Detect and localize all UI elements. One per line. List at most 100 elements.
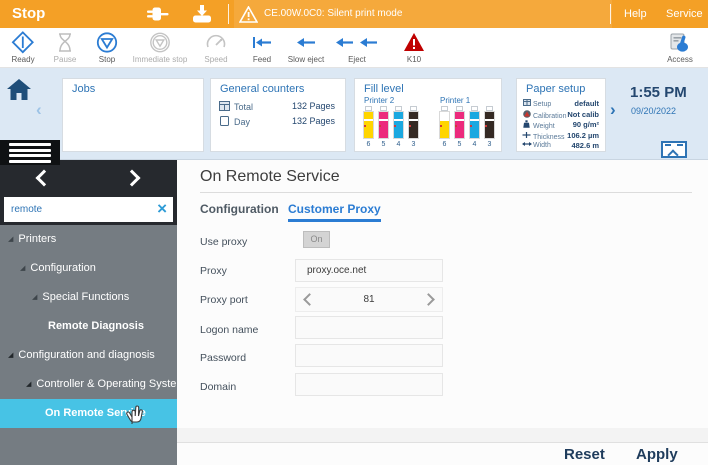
plug-icon[interactable] [146, 4, 170, 29]
panel-title: Paper setup [526, 83, 585, 95]
counter-label: Day [234, 117, 250, 127]
hamburger-icon [9, 160, 51, 163]
toolbar-item-label: Eject [327, 55, 387, 64]
day-counter-icon [219, 116, 230, 126]
tree-item-on-remote-service[interactable]: On Remote Service [0, 399, 177, 428]
access-button[interactable]: Access [650, 30, 708, 68]
general-counters-panel[interactable]: General counters Total 132 Pages Day 132… [210, 78, 346, 152]
collapse-dashboard-button[interactable] [661, 141, 687, 158]
password-label: Password [200, 352, 246, 364]
divider [200, 192, 692, 193]
tree-item-special-functions[interactable]: ◢Special Functions [0, 283, 177, 312]
toner-bottle-magenta [378, 106, 389, 139]
help-button[interactable]: Help [624, 0, 647, 28]
printer-status: Stop [12, 0, 45, 28]
proxy-port-value[interactable]: 81 [296, 288, 442, 313]
slot-number: 6 [439, 141, 450, 148]
slot-number: 4 [469, 141, 480, 148]
sidebar-search-field[interactable]: remote × [4, 197, 173, 222]
dashed-panel-glyph [665, 144, 683, 146]
password-input[interactable] [295, 344, 443, 367]
expand-triangle-icon[interactable]: ◢ [20, 265, 25, 272]
domain-input[interactable] [295, 373, 443, 396]
apply-button[interactable]: Apply [636, 446, 678, 463]
toner-bottle-yellow [439, 106, 450, 139]
proxy-input[interactable]: proxy.oce.net [295, 259, 443, 282]
toolbar-item-label: Immediate stop [130, 55, 190, 64]
home-icon[interactable] [6, 78, 32, 107]
tab-customer-proxy[interactable]: Customer Proxy [288, 202, 381, 222]
counter-label: Total [234, 102, 253, 112]
toner-bottle-cyan [469, 106, 480, 139]
clear-search-icon[interactable]: × [157, 197, 167, 222]
paper-setup-panel[interactable]: Paper setup Setup default Calibration No… [516, 78, 606, 152]
counter-value: 132 Pages [292, 116, 335, 126]
proxy-port-stepper[interactable]: 81 [295, 287, 443, 312]
tab-configuration[interactable]: Configuration [200, 202, 279, 222]
tree-item-controller-os[interactable]: ◢Controller & Operating System [0, 370, 177, 399]
k10-alert-button[interactable]: K10 [384, 30, 444, 68]
expand-triangle-icon[interactable]: ◢ [26, 381, 31, 388]
slot-number: 4 [393, 141, 404, 148]
menu-button[interactable] [0, 140, 60, 165]
toolbar-item-label: Access [650, 55, 708, 64]
logon-name-label: Logon name [200, 324, 258, 336]
expand-triangle-icon[interactable]: ◢ [32, 294, 37, 301]
setup-icon [522, 99, 531, 108]
expand-triangle-icon[interactable]: ◢ [8, 236, 13, 243]
paper-row-label: Calibration [533, 113, 566, 120]
fill-level-panel[interactable]: Fill level Printer 2 Printer 1 6 5 4 3 6… [354, 78, 502, 152]
toner-bottle-yellow [363, 106, 374, 139]
domain-label: Domain [200, 381, 236, 393]
toner-bottle-magenta [454, 106, 465, 139]
scroll-left-chevron[interactable]: ‹ [36, 100, 42, 120]
stop-button[interactable]: Stop [77, 30, 137, 68]
scroll-right-chevron[interactable]: › [610, 100, 616, 120]
toner-bottle-black [408, 106, 419, 139]
expand-triangle-icon[interactable]: ◢ [8, 352, 13, 359]
total-counter-icon [219, 101, 230, 111]
page-title: On Remote Service [200, 168, 340, 186]
save-download-icon[interactable] [190, 4, 214, 29]
immediate-stop-button[interactable]: Immediate stop [130, 30, 190, 68]
tree-item-label: Printers [18, 233, 56, 245]
reset-button[interactable]: Reset [564, 446, 605, 463]
tree-item-remote-diagnosis[interactable]: Remote Diagnosis [0, 312, 177, 341]
proxy-label: Proxy [200, 265, 227, 277]
paper-row-label: Weight [533, 123, 555, 130]
printer-name: Printer 1 [440, 96, 470, 105]
tree-item-configuration-and-diagnosis[interactable]: ◢ Configuration and diagnosis [0, 341, 177, 370]
paper-row-value: 482.6 m [571, 141, 599, 150]
tree-item-printers[interactable]: ◢ Printers [0, 225, 177, 254]
jobs-panel[interactable]: Jobs [62, 78, 204, 152]
paper-row-label: Setup [533, 101, 551, 108]
warning-icon [239, 6, 258, 28]
paper-row: Thickness 106.2 µm [522, 131, 600, 141]
divider [610, 4, 611, 24]
clock-time: 1:55 PM [630, 84, 687, 101]
hamburger-icon [9, 143, 51, 146]
service-button[interactable]: Service [666, 0, 703, 28]
panel-title: Jobs [72, 83, 95, 95]
use-proxy-toggle[interactable]: On [303, 231, 330, 248]
slot-number: 3 [408, 141, 419, 148]
tree-item-label: Remote Diagnosis [48, 320, 144, 332]
clock-date: 09/20/2022 [631, 106, 676, 116]
eject-button[interactable]: Eject [327, 30, 387, 68]
counter-value: 132 Pages [292, 101, 335, 111]
toner-bottle-black [484, 106, 495, 139]
paper-row-value: default [574, 99, 599, 108]
width-icon [522, 141, 531, 149]
tree-item-configuration[interactable]: ◢Configuration [0, 254, 177, 283]
status-message: CE.00W.0C0: Silent print mode [264, 0, 402, 28]
paper-row-value: 90 g/m² [573, 120, 599, 129]
panel-title: Fill level [364, 83, 404, 95]
divider [177, 442, 708, 443]
search-input-value[interactable]: remote [11, 197, 42, 222]
logon-name-input[interactable] [295, 316, 443, 339]
tree-item-label: Configuration and diagnosis [18, 349, 154, 361]
tree-item-label: Controller & Operating System [36, 378, 185, 390]
footer-band [177, 428, 708, 442]
counter-row: Total 132 Pages [219, 101, 337, 114]
paper-row: Width 482.6 m [522, 141, 600, 151]
